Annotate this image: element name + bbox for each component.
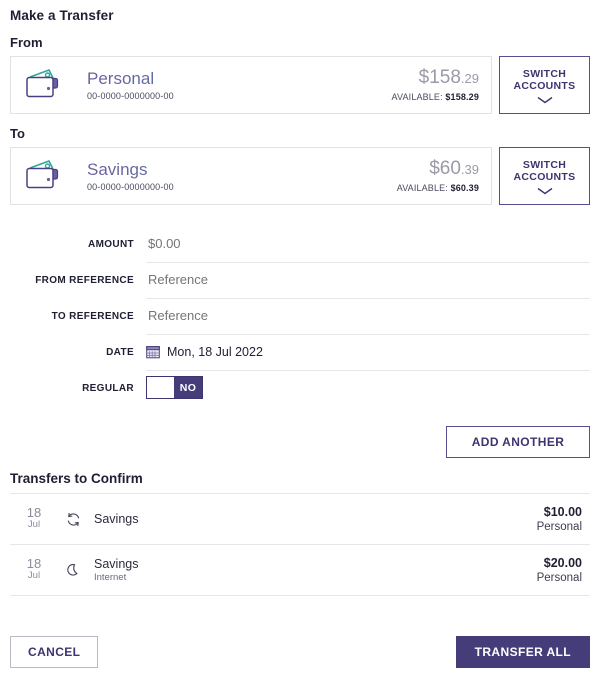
from-account-card[interactable]: Personal 00-0000-0000000-00 $158.29 AVAI… <box>10 56 492 114</box>
regular-label: REGULAR <box>82 382 134 394</box>
from-available-label: AVAILABLE: <box>391 92 443 102</box>
to-section-label: To <box>10 126 25 141</box>
from-switch-accounts-button[interactable]: SWITCH ACCOUNTS <box>499 56 590 114</box>
add-another-button[interactable]: ADD ANOTHER <box>446 426 590 458</box>
regular-toggle-knob <box>147 377 174 398</box>
to-reference-label: TO REFERENCE <box>51 310 134 322</box>
date-field-wrap[interactable]: Mon, 18 Jul 2022 <box>146 334 590 371</box>
from-balance-amount: $158.29 <box>392 67 479 90</box>
from-available-value: $158.29 <box>445 92 479 102</box>
transfer-day: 18 <box>26 505 42 520</box>
from-reference-row: FROM REFERENCE <box>10 262 590 299</box>
to-available: AVAILABLE: $60.39 <box>397 182 479 194</box>
table-row[interactable]: 18 Jul Savings $10.00 Personal <box>10 494 590 545</box>
chevron-down-icon <box>536 187 554 196</box>
transfer-amount: $10.00 <box>543 504 582 519</box>
transfer-amount: $20.00 <box>543 555 582 570</box>
transfer-name: Savings <box>94 511 139 526</box>
to-account-name: Savings <box>87 160 397 180</box>
moon-icon <box>52 562 94 579</box>
from-switch-line1: SWITCH <box>522 67 567 80</box>
amount-label: AMOUNT <box>88 238 134 250</box>
from-available: AVAILABLE: $158.29 <box>392 91 479 103</box>
transfer-day: 18 <box>26 556 42 571</box>
from-switch-line2: ACCOUNTS <box>513 80 576 92</box>
to-account-number: 00-0000-0000000-00 <box>87 181 174 192</box>
amount-input[interactable] <box>146 235 590 252</box>
wallet-icon <box>21 68 67 102</box>
to-switch-line2: ACCOUNTS <box>513 171 576 183</box>
to-balance-dollars: $60 <box>429 158 461 179</box>
transfer-month: Jul <box>27 570 41 581</box>
from-reference-field-wrap <box>146 262 590 299</box>
transfer-source-account: Personal <box>536 520 582 533</box>
footer-actions: CANCEL TRANSFER ALL <box>10 636 590 668</box>
to-balance-amount: $60.39 <box>397 158 479 181</box>
to-account-text: Savings 00-0000-0000000-00 <box>73 160 397 193</box>
from-balance-dollars: $158 <box>418 67 461 88</box>
date-value: Mon, 18 Jul 2022 <box>167 344 263 359</box>
from-account-text: Personal 00-0000-0000000-00 <box>73 69 392 102</box>
transfer-amount-block: $20.00 Personal <box>537 556 588 585</box>
transfers-to-confirm-title: Transfers to Confirm <box>10 471 143 486</box>
regular-field-wrap: NO <box>146 370 590 407</box>
date-label: DATE <box>106 346 134 358</box>
regular-toggle[interactable]: NO <box>146 376 203 399</box>
to-reference-input[interactable] <box>146 307 590 324</box>
cancel-button[interactable]: CANCEL <box>10 636 99 668</box>
page-title: Make a Transfer <box>10 8 114 23</box>
from-reference-label: FROM REFERENCE <box>35 274 134 286</box>
amount-field-wrap <box>146 226 590 263</box>
to-switch-accounts-button[interactable]: SWITCH ACCOUNTS <box>499 147 590 205</box>
calendar-icon[interactable] <box>146 345 160 359</box>
transfer-amount-block: $10.00 Personal <box>537 505 588 534</box>
transfer-main: Savings Internet <box>94 557 537 584</box>
from-balance-cents: .29 <box>460 71 479 86</box>
to-switch-line1: SWITCH <box>522 158 567 171</box>
transfer-page: Make a Transfer From Personal 00-0000-00… <box>0 0 600 676</box>
from-account-name: Personal <box>87 69 392 89</box>
regular-row: REGULAR NO <box>10 370 590 406</box>
to-reference-row: TO REFERENCE <box>10 298 590 335</box>
wallet-icon <box>21 159 67 193</box>
chevron-down-icon <box>536 96 554 105</box>
transfer-sub: Internet <box>94 571 127 583</box>
transfer-form: AMOUNT FROM REFERENCE TO REFERENCE DATE <box>10 226 590 406</box>
transfer-all-button[interactable]: TRANSFER ALL <box>455 636 590 668</box>
amount-row: AMOUNT <box>10 226 590 263</box>
recurring-icon <box>52 511 94 528</box>
to-account-balance: $60.39 AVAILABLE: $60.39 <box>397 158 479 194</box>
transfer-source-account: Personal <box>536 571 582 584</box>
transfer-date: 18 Jul <box>12 505 52 531</box>
to-account-card[interactable]: Savings 00-0000-0000000-00 $60.39 AVAILA… <box>10 147 492 205</box>
from-section-label: From <box>10 35 43 50</box>
regular-toggle-state: NO <box>174 377 202 398</box>
transfer-name: Savings <box>94 556 139 571</box>
date-row: DATE Mon, 18 Jul 2022 <box>10 334 590 371</box>
transfer-month: Jul <box>27 519 41 530</box>
transfer-date: 18 Jul <box>12 556 52 582</box>
from-account-number: 00-0000-0000000-00 <box>87 90 174 101</box>
table-row[interactable]: 18 Jul Savings Internet $20.00 Personal <box>10 545 590 596</box>
add-another-row: ADD ANOTHER <box>10 426 590 458</box>
from-account-row: Personal 00-0000-0000000-00 $158.29 AVAI… <box>10 56 590 114</box>
from-account-balance: $158.29 AVAILABLE: $158.29 <box>392 67 479 103</box>
transfers-list: 18 Jul Savings $10.00 Personal 18 Jul Sa… <box>10 493 590 596</box>
transfer-main: Savings <box>94 512 537 527</box>
to-available-value: $60.39 <box>450 183 479 193</box>
to-balance-cents: .39 <box>460 162 479 177</box>
to-available-label: AVAILABLE: <box>396 183 448 193</box>
to-account-row: Savings 00-0000-0000000-00 $60.39 AVAILA… <box>10 147 590 205</box>
to-reference-field-wrap <box>146 298 590 335</box>
from-reference-input[interactable] <box>146 271 590 288</box>
